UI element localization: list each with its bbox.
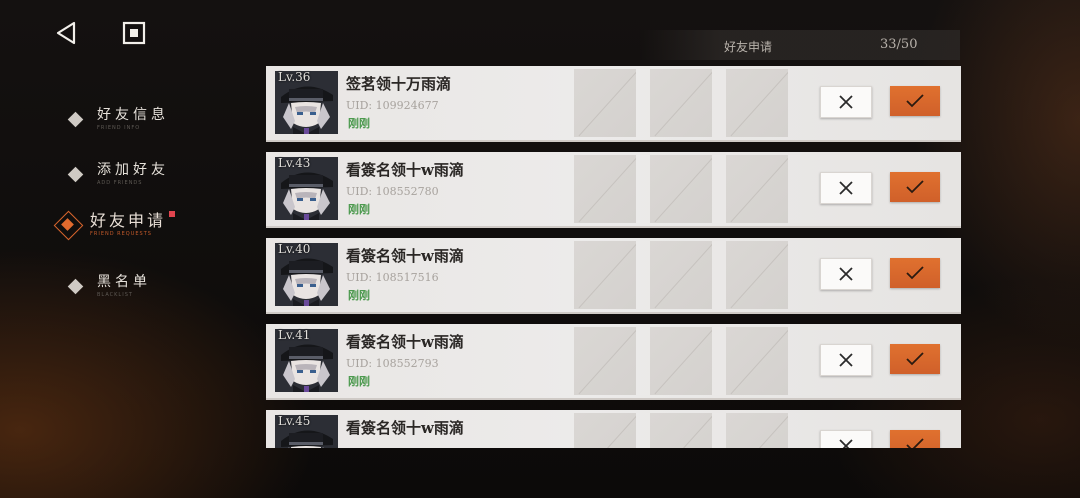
player-uid: UID: 109924677 bbox=[346, 99, 439, 112]
player-level: Lv.40 bbox=[278, 242, 311, 256]
diamond-icon bbox=[67, 111, 84, 128]
empty-support-slot bbox=[726, 413, 788, 448]
empty-support-slot bbox=[726, 69, 788, 137]
sidebar-item-sublabel: BLACKLIST bbox=[97, 292, 133, 298]
accept-button[interactable] bbox=[890, 86, 940, 116]
sidebar-item-friend-info[interactable]: 好友信息 FRIEND INFO bbox=[67, 107, 169, 132]
accept-button[interactable] bbox=[890, 172, 940, 202]
player-uid: UID: 108552793 bbox=[346, 357, 439, 370]
notification-badge bbox=[169, 211, 176, 217]
square-stop-icon[interactable] bbox=[121, 20, 147, 46]
diamond-icon bbox=[67, 278, 84, 295]
empty-support-slot bbox=[574, 69, 636, 137]
player-name: 看簽名领十w雨滴 bbox=[346, 161, 464, 179]
empty-support-slot bbox=[650, 155, 712, 223]
request-card: Lv.45 看簽名领十w雨滴 bbox=[266, 410, 961, 448]
player-uid: UID: 108552780 bbox=[346, 185, 439, 198]
friend-requests-screen: 好友信息 FRIEND INFO 添加好友 ADD FRIENDS 好友申请 F… bbox=[0, 0, 1080, 498]
reject-button[interactable] bbox=[820, 172, 872, 204]
sidebar-item-label: 黑名单 bbox=[97, 274, 151, 290]
accept-button[interactable] bbox=[890, 258, 940, 288]
request-card: Lv.40 看簽名领十w雨滴 UID: 108517516 刚刚 bbox=[266, 238, 961, 314]
request-time: 刚刚 bbox=[348, 375, 370, 388]
player-name: 签茗领十万雨滴 bbox=[346, 75, 452, 93]
request-card: Lv.36 签茗领十万雨滴 UID: 109924677 刚刚 bbox=[266, 66, 961, 142]
reject-button[interactable] bbox=[820, 430, 872, 448]
checkmark-icon bbox=[906, 352, 924, 366]
request-count: 33/50 bbox=[880, 37, 918, 52]
reject-button[interactable] bbox=[820, 258, 872, 290]
sidebar-item-sublabel: ADD FRIENDS bbox=[97, 180, 143, 186]
sidebar-item-friend-requests[interactable]: 好友申请 FRIEND REQUESTS bbox=[53, 210, 176, 241]
request-time: 刚刚 bbox=[348, 203, 370, 216]
player-level: Lv.36 bbox=[278, 70, 311, 84]
empty-support-slot bbox=[574, 155, 636, 223]
empty-support-slot bbox=[574, 327, 636, 395]
active-diamond-icon bbox=[53, 210, 84, 241]
request-card: Lv.41 看簽名领十w雨滴 UID: 108552793 刚刚 bbox=[266, 324, 961, 400]
sidebar-item-label: 好友申请 bbox=[90, 210, 167, 230]
player-level: Lv.41 bbox=[278, 328, 311, 342]
diamond-icon bbox=[67, 166, 84, 183]
accept-button[interactable] bbox=[890, 344, 940, 374]
sidebar-item-label: 好友信息 bbox=[97, 107, 169, 123]
player-level: Lv.43 bbox=[278, 156, 311, 170]
player-name: 看簽名领十w雨滴 bbox=[346, 247, 464, 265]
back-triangle-icon[interactable] bbox=[53, 20, 79, 46]
player-name: 看簽名领十w雨滴 bbox=[346, 333, 464, 351]
checkmark-icon bbox=[906, 438, 924, 448]
empty-support-slot bbox=[650, 413, 712, 448]
reject-button[interactable] bbox=[820, 86, 872, 118]
close-icon bbox=[839, 95, 853, 109]
request-time: 刚刚 bbox=[348, 117, 370, 130]
player-uid: UID: 108517516 bbox=[346, 271, 439, 284]
list-header-title: 好友申请 bbox=[724, 40, 773, 54]
sidebar-item-add-friends[interactable]: 添加好友 ADD FRIENDS bbox=[67, 162, 169, 187]
request-time: 刚刚 bbox=[348, 289, 370, 302]
close-icon bbox=[839, 181, 853, 195]
request-list[interactable]: Lv.36 签茗领十万雨滴 UID: 109924677 刚刚 Lv.43 看簽… bbox=[266, 66, 963, 448]
sidebar-item-sublabel: FRIEND INFO bbox=[97, 125, 141, 131]
player-level: Lv.45 bbox=[278, 414, 311, 428]
reject-button[interactable] bbox=[820, 344, 872, 376]
empty-support-slot bbox=[574, 241, 636, 309]
close-icon bbox=[839, 439, 853, 448]
sidebar-item-sublabel: FRIEND REQUESTS bbox=[90, 230, 152, 237]
empty-support-slot bbox=[726, 327, 788, 395]
checkmark-icon bbox=[906, 180, 924, 194]
empty-support-slot bbox=[650, 241, 712, 309]
empty-support-slot bbox=[650, 69, 712, 137]
close-icon bbox=[839, 267, 853, 281]
sidebar-item-label: 添加好友 bbox=[97, 162, 169, 178]
close-icon bbox=[839, 353, 853, 367]
accept-button[interactable] bbox=[890, 430, 940, 448]
checkmark-icon bbox=[906, 94, 924, 108]
player-name: 看簽名领十w雨滴 bbox=[346, 419, 464, 437]
sidebar-item-blacklist[interactable]: 黑名单 BLACKLIST bbox=[67, 274, 151, 299]
empty-support-slot bbox=[726, 241, 788, 309]
checkmark-icon bbox=[906, 266, 924, 280]
empty-support-slot bbox=[650, 327, 712, 395]
request-card: Lv.43 看簽名领十w雨滴 UID: 108552780 刚刚 bbox=[266, 152, 961, 228]
empty-support-slot bbox=[726, 155, 788, 223]
empty-support-slot bbox=[574, 413, 636, 448]
